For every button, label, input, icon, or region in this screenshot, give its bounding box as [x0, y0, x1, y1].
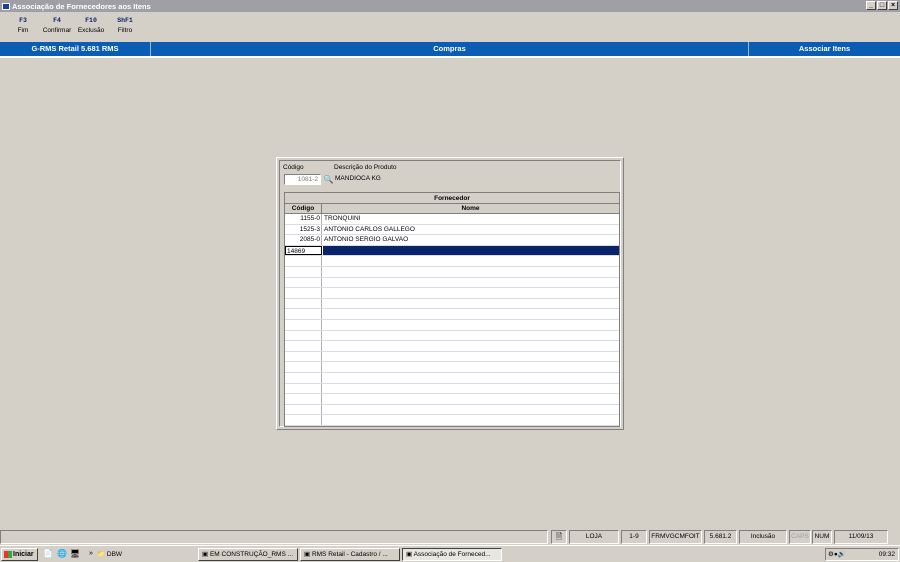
table-row-empty[interactable]	[285, 266, 619, 278]
app-window-icon: ▣	[406, 551, 414, 558]
system-tray: ⚙●🔊 09:32	[825, 548, 899, 561]
app-window-icon: ▣	[202, 551, 210, 558]
start-button[interactable]: Iniciar	[1, 548, 38, 561]
header-module: Compras	[151, 42, 749, 56]
cell-nome: ANTONIO SERGIO GALVAO	[324, 236, 409, 244]
maximize-button[interactable]: □	[877, 1, 887, 10]
table-row-empty[interactable]	[285, 298, 619, 310]
association-dialog: Código Descrição do Produto 1081-2 🔍 MAN…	[276, 157, 624, 430]
table-row-empty[interactable]	[285, 404, 619, 416]
window-title: Associação de Fornecedores aos Itens	[12, 1, 151, 11]
table-row-editing[interactable]: 14869	[285, 245, 619, 257]
table-row-empty[interactable]	[285, 288, 619, 299]
table-row-empty[interactable]	[285, 319, 619, 331]
fkey-f3-button[interactable]: F3 Fim	[6, 16, 40, 36]
binoculars-search-icon[interactable]: 🔍	[323, 174, 334, 185]
status-date: 11/09/13	[834, 530, 888, 544]
window-titlebar: Associação de Fornecedores aos Itens _ □…	[0, 0, 900, 12]
quicklaunch-desktop-icon[interactable]: 🖥	[70, 549, 80, 559]
quicklaunch-browser-icon[interactable]: 🌐	[57, 549, 67, 559]
supplier-code-input[interactable]: 14869	[285, 245, 322, 256]
app-icon	[2, 2, 10, 10]
grid-column-headers: Código Nome	[285, 204, 619, 214]
table-row-empty[interactable]	[285, 351, 619, 363]
cell-codigo: 2085-0	[285, 235, 322, 245]
product-code-field[interactable]: 1081-2	[284, 174, 321, 185]
product-description-field: MANDIOCA KG	[335, 175, 381, 182]
taskbar: Iniciar 📄 🌐 🖥 » 📁 DBW ▣ EM CONSTRUÇÃO_RM…	[0, 545, 900, 562]
header-function: Associar Itens	[798, 44, 851, 53]
status-mode: Inclusão	[739, 530, 787, 544]
module-header-bar: G-RMS Retail 5.681 RMS Compras Associar …	[0, 42, 900, 58]
table-row[interactable]: 1155-0 TRONQUINI	[285, 214, 619, 225]
table-row-empty[interactable]	[285, 341, 619, 352]
table-row-empty[interactable]	[285, 256, 619, 267]
grid-group-header: Fornecedor	[285, 193, 619, 204]
table-row-empty[interactable]	[285, 415, 619, 426]
table-row-empty[interactable]	[285, 330, 619, 342]
clock: 09:32	[878, 551, 895, 558]
cell-nome: ANTONIO CARLOS GALLEGO	[324, 225, 415, 233]
taskbar-item-associacao[interactable]: ▣ Associação de Forneced...	[402, 548, 502, 561]
quicklaunch-document-icon[interactable]: 📄	[43, 549, 53, 559]
minimize-button[interactable]: _	[866, 1, 876, 10]
document-icon: 🗎	[551, 530, 567, 544]
status-num: NUM	[812, 530, 832, 544]
header-system: G-RMS Retail 5.681 RMS	[0, 42, 151, 56]
cell-nome: TRONQUINI	[324, 215, 361, 222]
table-row[interactable]: 2085-0 ANTONIO SERGIO GALVAO	[285, 235, 619, 246]
table-row-empty[interactable]	[285, 383, 619, 395]
fkey-f4-button[interactable]: F4 Confirmar	[40, 16, 74, 36]
table-row-empty[interactable]	[285, 309, 619, 320]
cell-codigo: 1525-3	[285, 224, 322, 235]
codigo-label: Código	[283, 164, 304, 171]
column-header-codigo[interactable]: Código	[285, 204, 322, 214]
status-form: FRMVGCMFOIT	[649, 530, 702, 544]
toolbar-folder[interactable]: 📁 DBW	[97, 549, 122, 560]
table-row-empty[interactable]	[285, 372, 619, 384]
table-row-empty[interactable]	[285, 362, 619, 373]
quicklaunch-chevron-icon[interactable]: »	[86, 549, 96, 559]
fkey-f10-button[interactable]: F10 Exclusão	[74, 16, 108, 36]
status-range: 1-9	[621, 530, 647, 544]
descricao-label: Descrição do Produto	[334, 164, 397, 171]
fkey-shf1-button[interactable]: ShF1 Filtro	[108, 16, 142, 36]
cell-codigo: 1155-0	[285, 214, 322, 224]
taskbar-item-em-construcao[interactable]: ▣ EM CONSTRUÇÃO_RMS ...	[198, 548, 298, 561]
tray-icons[interactable]: ⚙●🔊	[826, 549, 846, 560]
close-button[interactable]: ×	[888, 1, 898, 10]
windows-logo-icon	[4, 550, 12, 558]
column-header-nome[interactable]: Nome	[322, 204, 619, 214]
app-window-icon: ▣	[304, 551, 312, 558]
status-version: 5.681.2	[704, 530, 737, 544]
status-bar: 🗎 LOJA 1-9 FRMVGCMFOIT 5.681.2 Inclusão …	[0, 530, 900, 544]
table-row[interactable]: 1525-3 ANTONIO CARLOS GALLEGO	[285, 224, 619, 236]
function-key-toolbar: F3 Fim F4 Confirmar F10 Exclusão ShF1 Fi…	[6, 16, 142, 36]
status-message	[0, 530, 548, 544]
taskbar-item-rms-cadastro[interactable]: ▣ RMS Retail - Cadastro / ...	[300, 548, 400, 561]
status-caps: CAPS	[789, 530, 811, 544]
status-loja: LOJA	[569, 530, 619, 544]
selected-name-cell	[323, 245, 619, 256]
table-row-empty[interactable]	[285, 394, 619, 405]
supplier-grid[interactable]: Fornecedor Código Nome 1155-0 TRONQUINI …	[284, 192, 620, 427]
folder-icon: 📁	[97, 551, 106, 558]
table-row-empty[interactable]	[285, 277, 619, 289]
